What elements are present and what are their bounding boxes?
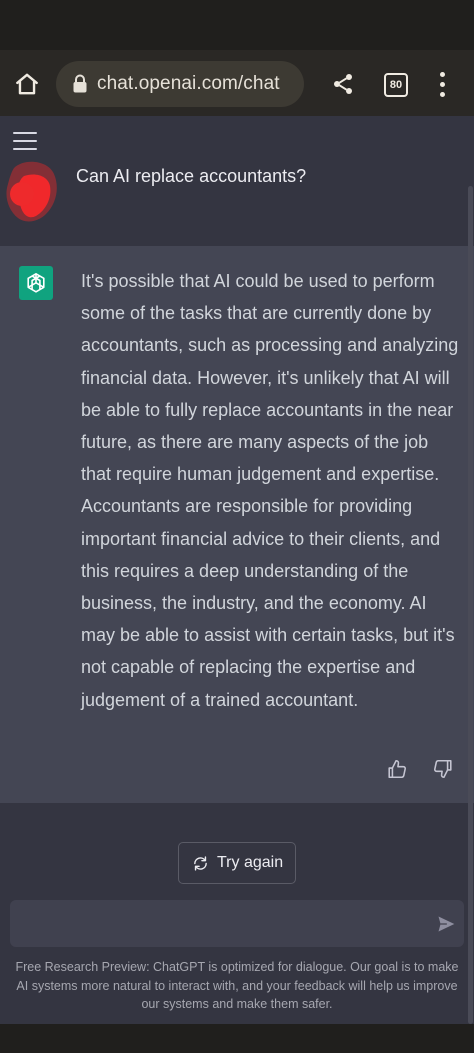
share-button[interactable]	[328, 69, 358, 99]
scrollbar[interactable]	[468, 186, 473, 1024]
try-again-label: Try again	[217, 854, 284, 871]
app-root: chat.openai.com/chat 80 Can AI replace a…	[0, 0, 474, 1053]
user-message-row: Can AI replace accountants?	[0, 161, 474, 246]
openai-logo-icon	[19, 266, 53, 300]
home-icon	[16, 73, 38, 95]
thumbs-down-icon[interactable]	[432, 758, 454, 780]
assistant-message-text: It's possible that AI could be used to p…	[81, 271, 459, 710]
footer-disclaimer: Free Research Preview: ChatGPT is optimi…	[15, 960, 459, 1011]
system-nav-bar	[0, 1024, 474, 1053]
browser-toolbar: chat.openai.com/chat 80	[0, 50, 474, 116]
overflow-menu-icon[interactable]	[434, 69, 450, 99]
thumbs-up-icon[interactable]	[386, 758, 408, 780]
send-icon[interactable]	[436, 914, 456, 934]
hamburger-icon[interactable]	[13, 132, 37, 150]
assistant-message-row: It's possible that AI could be used to p…	[0, 246, 474, 803]
share-icon	[334, 74, 352, 94]
redacted-avatar	[6, 161, 57, 222]
refresh-icon	[194, 856, 207, 871]
try-again-button[interactable]: Try again	[178, 842, 296, 884]
chat-page: Can AI replace accountants? It's possibl…	[0, 116, 474, 1024]
user-message-text: Can AI replace accountants?	[76, 166, 307, 186]
status-bar	[0, 0, 474, 50]
top-nav	[0, 116, 474, 165]
address-bar[interactable]: chat.openai.com/chat	[56, 61, 304, 107]
home-button[interactable]	[12, 69, 42, 99]
message-composer	[10, 900, 464, 947]
url-text: chat.openai.com/chat	[97, 73, 280, 94]
lock-icon	[73, 74, 87, 93]
tab-switcher-icon[interactable]: 80	[384, 73, 408, 97]
message-input[interactable]	[22, 908, 426, 940]
